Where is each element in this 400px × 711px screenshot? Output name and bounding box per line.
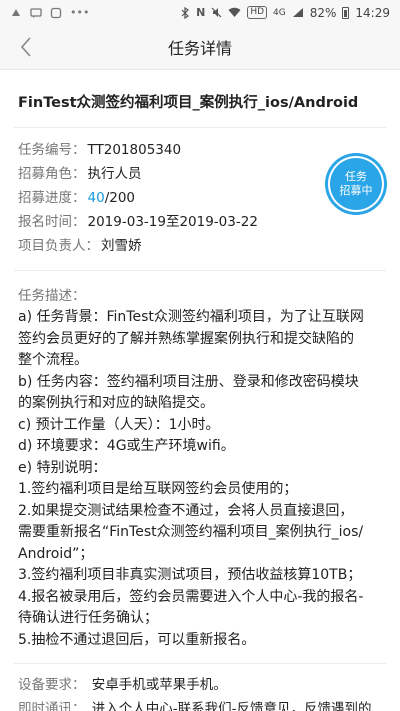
- description-line: 2.如果提交测试结果检查不通过，会将人员直接退回，: [18, 502, 354, 519]
- hd-badge: HD: [247, 6, 268, 19]
- stamp-line-1: 任务: [345, 170, 367, 183]
- recruiting-status-badge: 任务 招募中: [328, 156, 384, 212]
- description-line: 3.签约福利项目非真实测试项目，预估收益核算10TB；: [18, 567, 362, 583]
- description-line: c) 预计工作量（人天）：1小时。: [18, 416, 220, 433]
- task-detail-content[interactable]: FinTest众测签约福利项目_案例执行_ios/Android 任务编号： T…: [0, 71, 400, 711]
- task-number-row: 任务编号： TT201805340: [18, 138, 382, 162]
- nfc-icon: N: [196, 6, 206, 19]
- nav-bar: 任务详情: [0, 25, 400, 70]
- description-line: 签约会员更好的了解并熟练掌握案例执行和提交缺陷的: [18, 330, 354, 347]
- signup-time-label: 报名时间：: [18, 214, 86, 230]
- instant-messaging-label: 即时通讯：: [18, 701, 86, 711]
- instant-messaging-value: 进入个人中心-联系我们-反馈意见，反馈遇到的: [91, 701, 372, 711]
- sms-icon: [30, 7, 42, 18]
- task-info: 任务编号： TT201805340 招募角色： 执行人员 招募进度： 40/20…: [0, 128, 400, 258]
- recruit-role-label: 招募角色：: [18, 166, 86, 182]
- description-line: 整个流程。: [18, 352, 88, 368]
- battery-icon: [342, 6, 350, 19]
- recruit-role-value: 执行人员: [87, 166, 142, 182]
- recruit-progress-label: 招募进度：: [18, 190, 86, 206]
- recruit-progress-row: 招募进度： 40/200: [18, 186, 382, 210]
- description-line: e) 特别说明：: [18, 459, 107, 476]
- status-bar: ••• N HD 4G 82% 14:29: [0, 0, 400, 25]
- task-title: FinTest众测签约福利项目_案例执行_ios/Android: [18, 95, 359, 111]
- notification-icon: [12, 8, 20, 16]
- device-requirement-value: 安卓手机或苹果手机。: [91, 677, 227, 693]
- project-owner-label: 项目负责人：: [18, 238, 99, 254]
- task-description: 任务描述： a) 任务背景：FinTest众测签约福利项目，为了让互联网 签约会…: [0, 271, 400, 651]
- back-button[interactable]: [12, 33, 40, 61]
- description-line: a) 任务背景：FinTest众测签约福利项目，为了让互联网: [18, 309, 364, 325]
- description-line: 需要重新报名“FinTest众测签约福利项目_案例执行_ios/: [18, 524, 364, 540]
- bluetooth-icon: [181, 6, 190, 19]
- wifi-icon: [228, 7, 241, 17]
- description-line: 待确认进行任务确认；: [18, 610, 158, 626]
- device-requirement-row: 设备要求： 安卓手机或苹果手机。: [0, 664, 400, 696]
- description-label: 任务描述：: [18, 288, 86, 304]
- page-title: 任务详情: [167, 39, 232, 58]
- signal-icon: [292, 8, 303, 17]
- description-line: 1.签约福利项目是给互联网签约会员使用的；: [18, 481, 298, 497]
- description-line: 4.报名被录用后，签约会员需要进入个人中心-我的报名-: [18, 588, 364, 605]
- progress-total: /200: [104, 190, 136, 206]
- task-number-label: 任务编号：: [18, 142, 86, 158]
- description-line: 5.抽检不通过退回后，可以重新报名。: [18, 631, 256, 648]
- instant-messaging-row: 即时通讯： 进入个人中心-联系我们-反馈意见，反馈遇到的: [0, 696, 400, 711]
- signup-time-row: 报名时间： 2019-03-19至2019-03-22: [18, 210, 382, 234]
- project-owner-value: 刘雪娇: [101, 238, 142, 254]
- task-number-value: TT201805340: [87, 142, 182, 158]
- device-requirement-label: 设备要求：: [18, 677, 86, 693]
- description-line: 的案例执行和对应的缺陷提交。: [18, 395, 214, 411]
- progress-current: 40: [87, 190, 105, 206]
- network-type: 4G: [273, 7, 286, 18]
- more-notifications-icon: •••: [70, 6, 90, 19]
- status-left-icons: •••: [10, 6, 89, 19]
- battery-percent: 82%: [309, 5, 337, 20]
- chevron-left-icon: [20, 37, 31, 57]
- description-line: b) 任务内容：签约福利项目注册、登录和修改密码模块: [18, 373, 359, 390]
- status-right: N HD 4G 82% 14:29: [181, 6, 390, 20]
- signup-time-value: 2019-03-19至2019-03-22: [87, 214, 258, 230]
- description-line: Android”；: [18, 545, 94, 562]
- recruit-progress-value: 40/200: [88, 186, 136, 210]
- stamp-line-2: 招募中: [339, 184, 373, 197]
- description-line: d) 环境要求：4G或生产环境wifi。: [18, 438, 235, 454]
- app-icon: [50, 7, 62, 18]
- mute-icon: [211, 7, 222, 18]
- project-owner-row: 项目负责人： 刘雪娇: [18, 234, 382, 258]
- clock: 14:29: [355, 5, 390, 20]
